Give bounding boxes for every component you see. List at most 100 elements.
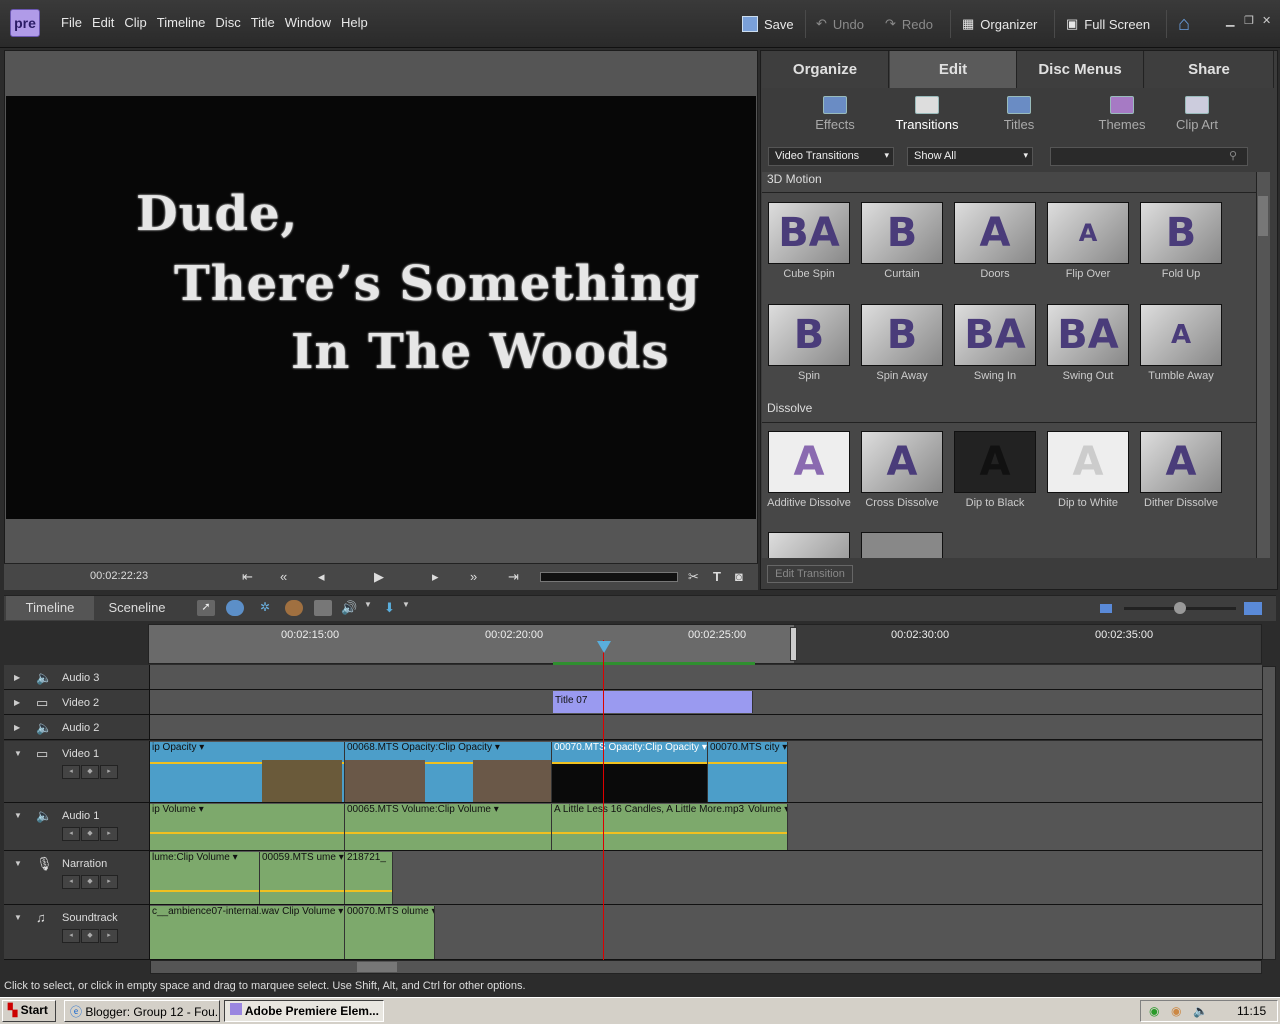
transition-dither-dissolve[interactable]: A Dither Dissolve [1138,431,1224,509]
transition-doors[interactable]: A Doors [952,202,1038,280]
audio-clip[interactable]: 00059.MTS ume ▾ [260,852,345,904]
audio-clip[interactable]: A Little Less 16 Candles, A Little More.… [552,804,788,850]
transition-cross-dissolve[interactable]: A Cross Dissolve [859,431,945,509]
zoom-out-icon[interactable] [1100,604,1112,613]
audio-clip[interactable]: 218721_ [345,852,393,904]
track-lane[interactable]: ip Opacity ▾ 00068.MTS Opacity:Clip Opac… [150,741,1262,802]
transition-tumble-away[interactable]: A Tumble Away [1138,304,1224,382]
menu-help[interactable]: Help [336,15,373,30]
goto-out-icon[interactable]: ⇥ [508,569,519,585]
transition-swing-in[interactable]: BA Swing In [952,304,1038,382]
audio-clip[interactable]: 00065.MTS Volume:Clip Volume ▾ [345,804,552,850]
film-icon[interactable]: ▭ [36,695,48,711]
chevron-down-icon[interactable]: ▼ [402,600,420,616]
add-keyframe-icon[interactable]: ◆ [81,827,99,841]
collapse-icon[interactable]: ▼ [14,913,22,922]
close-icon[interactable]: ✕ [1262,14,1271,27]
tab-edit[interactable]: Edit [890,51,1017,88]
next-keyframe-icon[interactable]: ▸ [100,765,118,779]
menu-title[interactable]: Title [246,15,280,30]
track-lane[interactable]: c__ambience07-internal.wav Clip Volume ▾… [150,905,1262,959]
track-lane[interactable] [150,715,1262,739]
smart-mix-icon[interactable] [285,600,303,616]
video-clip[interactable]: 00070.MTS Opacity:Clip Opacity ▾ [552,742,708,802]
volume-line[interactable] [345,832,551,834]
gallery-scrollbar[interactable] [1256,172,1270,558]
track-lane[interactable]: lume:Clip Volume ▾ 00059.MTS ume ▾ 21872… [150,851,1262,904]
expand-icon[interactable]: ▶ [14,673,20,682]
app-tray-icon[interactable]: ◉ [1171,1004,1181,1018]
next-keyframe-icon[interactable]: ▸ [100,827,118,841]
volume-line[interactable] [552,832,787,834]
menu-disc[interactable]: Disc [210,15,245,30]
tab-share[interactable]: Share [1145,51,1274,88]
split-clip-icon[interactable]: ✂ [688,569,699,585]
menu-timeline[interactable]: Timeline [152,15,211,30]
menu-edit[interactable]: Edit [87,15,119,30]
track-lane[interactable]: Title 07 [150,690,1262,714]
redo-button[interactable]: ↷ Redo [885,12,933,36]
volume-line[interactable] [260,890,344,892]
transition-cube-spin[interactable]: BA Cube Spin [766,202,852,280]
collapse-icon[interactable]: ▼ [14,749,22,758]
opacity-line[interactable] [708,762,787,764]
task-premiere[interactable]: Adobe Premiere Elem... [224,1000,384,1022]
step-forward-icon[interactable]: ▸ [432,569,439,585]
collapse-icon[interactable]: ▼ [14,859,22,868]
selection-tool-icon[interactable]: ➚ [197,600,215,616]
menu-file[interactable]: File [56,15,87,30]
fast-forward-icon[interactable]: » [470,569,477,584]
volume-line[interactable] [150,832,344,834]
fullscreen-button[interactable]: ▣ Full Screen [1066,12,1150,36]
text-icon[interactable]: T [713,569,721,584]
transition-additive-dissolve[interactable]: A Additive Dissolve [766,431,852,509]
subtab-transitions[interactable]: Transitions [887,96,967,132]
properties-icon[interactable] [314,600,332,616]
time-stretch-icon[interactable] [226,600,244,616]
scroll-thumb[interactable] [357,962,397,972]
speaker-icon[interactable]: 🔈 [36,720,52,736]
zoom-slider[interactable] [1124,602,1236,614]
volume-line[interactable] [150,890,259,892]
marker-icon[interactable]: ⬇ [384,600,402,616]
organizer-button[interactable]: ▦ Organizer [962,12,1037,36]
tab-sceneline[interactable]: Sceneline [94,596,180,620]
speaker-icon[interactable]: 🔈 [36,670,52,686]
undo-button[interactable]: ↶ Undo [816,12,864,36]
track-lane[interactable] [150,665,1262,689]
transition-fold-up[interactable]: B Fold Up [1138,202,1224,280]
subtab-clip-art[interactable]: Clip Art [1157,96,1237,132]
tab-timeline[interactable]: Timeline [6,596,94,620]
transition-swing-out[interactable]: BA Swing Out [1045,304,1131,382]
audio-clip[interactable]: c__ambience07-internal.wav Clip Volume ▾ [150,906,345,959]
tab-organize[interactable]: Organize [762,51,889,88]
transition-flip-over[interactable]: A Flip Over [1045,202,1131,280]
menu-clip[interactable]: Clip [119,15,151,30]
title-clip[interactable]: Title 07 [553,691,753,713]
end-marker[interactable] [790,627,797,661]
chevron-down-icon[interactable]: ▼ [364,600,382,616]
volume-icon[interactable]: 🔈 [1193,1004,1208,1018]
audio-clip[interactable]: 00070.MTS olume ▾ [345,906,435,959]
timeline-horizontal-scrollbar[interactable] [150,960,1262,974]
video-clip[interactable]: 00068.MTS Opacity:Clip Opacity ▾ [345,742,552,802]
video-clip[interactable]: ip Opacity ▾ [150,742,345,802]
restore-icon[interactable]: ❐ [1244,14,1254,27]
menu-window[interactable]: Window [280,15,336,30]
prev-keyframe-icon[interactable]: ◂ [62,827,80,841]
microphone-icon[interactable]: 🎙 [36,856,53,872]
video-clip[interactable]: 00070.MTS city ▾ [708,742,788,802]
audio-clip[interactable]: lume:Clip Volume ▾ [150,852,260,904]
film-icon[interactable]: ▭ [36,746,48,762]
subtab-titles[interactable]: Titles [979,96,1059,132]
preview-screen[interactable]: Dude, There’s Something In The Woods [6,96,756,519]
audio-mixer-icon[interactable]: 🔊 [341,600,359,616]
step-back-icon[interactable]: ◂ [318,569,325,585]
speaker-icon[interactable]: 🔈 [36,808,52,824]
goto-in-icon[interactable]: ⇤ [242,569,253,585]
next-keyframe-icon[interactable]: ▸ [100,875,118,889]
prev-keyframe-icon[interactable]: ◂ [62,929,80,943]
next-keyframe-icon[interactable]: ▸ [100,929,118,943]
add-keyframe-icon[interactable]: ◆ [81,875,99,889]
subtab-effects[interactable]: Effects [795,96,875,132]
